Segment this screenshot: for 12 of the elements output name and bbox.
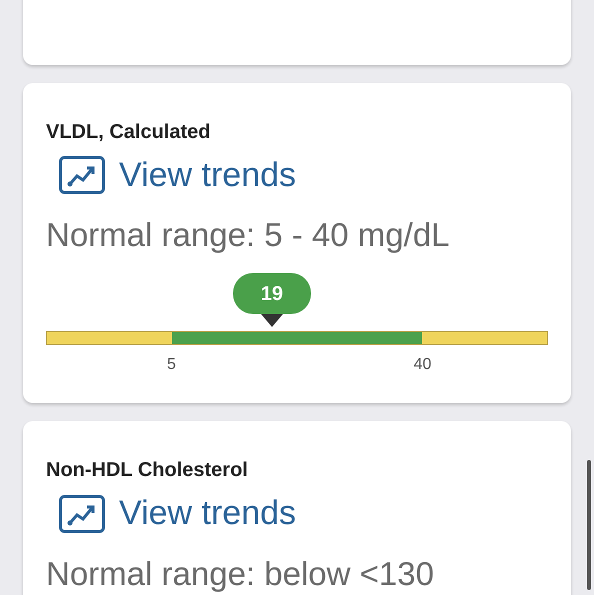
tick-label: 40 (414, 355, 432, 376)
trend-chart-icon (59, 494, 105, 533)
trend-chart-icon (59, 156, 105, 194)
view-trends-link[interactable]: View trends (59, 493, 296, 534)
view-trends-link[interactable]: View trends (59, 155, 296, 196)
normal-range-text: Normal range: 5 - 40 mg/dL (46, 215, 451, 256)
tick-label: 5 (167, 355, 176, 376)
value-marker: 19 (232, 273, 311, 314)
pointer-icon (260, 314, 283, 328)
normal-range-text: Normal range: below <130 (46, 554, 435, 594)
test-name: Non-HDL Cholesterol (46, 458, 249, 484)
test-name: VLDL, Calculated (46, 120, 212, 145)
